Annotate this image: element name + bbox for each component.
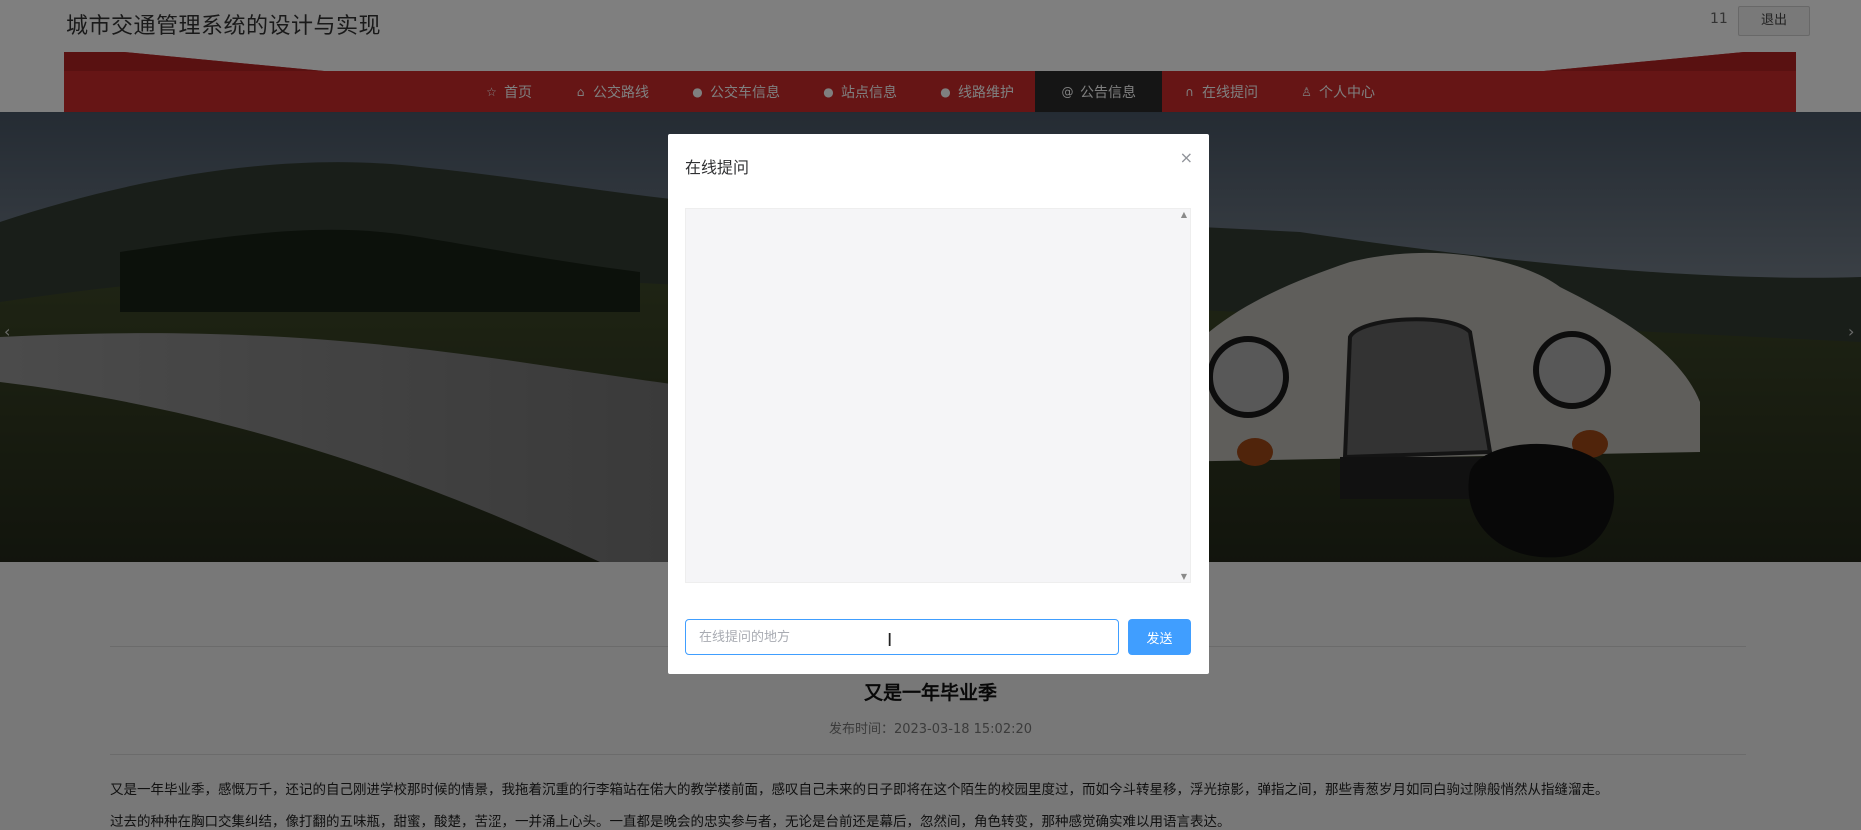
text-cursor-icon: I (887, 630, 893, 651)
scroll-down-arrow-icon[interactable]: ▼ (1181, 572, 1187, 581)
scroll-up-arrow-icon[interactable]: ▲ (1181, 210, 1187, 219)
chat-history[interactable]: ▲ ▼ (685, 208, 1191, 583)
close-icon[interactable]: × (1180, 148, 1193, 167)
question-input[interactable] (685, 619, 1119, 655)
online-question-dialog: 在线提问 × ▲ ▼ 发送 (668, 134, 1209, 674)
dialog-title: 在线提问 (685, 158, 750, 177)
send-button[interactable]: 发送 (1128, 619, 1191, 655)
